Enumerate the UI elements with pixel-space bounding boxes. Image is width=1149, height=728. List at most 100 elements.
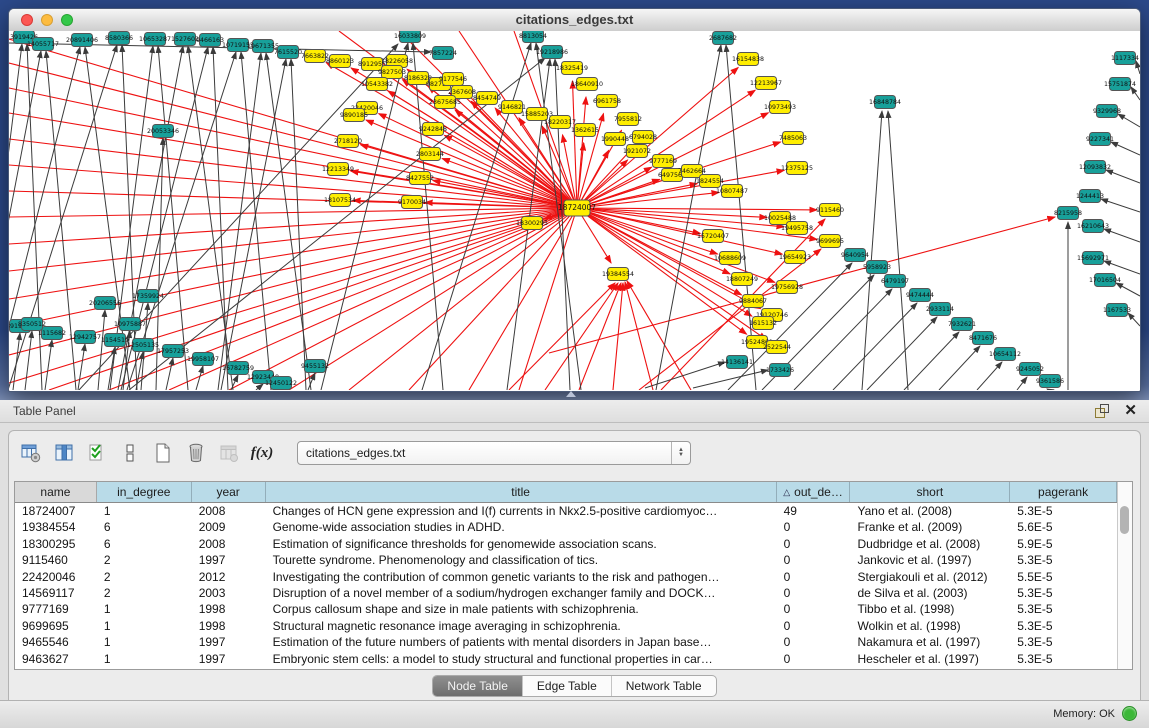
graph-node[interactable]: 9329968 — [1093, 105, 1121, 118]
graph-node[interactable]: 6479197 — [881, 275, 909, 288]
column-header[interactable]: title — [266, 482, 777, 502]
table-select-dropdown[interactable]: citations_edges.txt ▲▼ — [297, 441, 691, 465]
table-row[interactable]: 1830029562008Estimation of significance … — [15, 536, 1117, 552]
graph-node[interactable]: 8813054 — [519, 31, 547, 43]
graph-node[interactable]: 2687682 — [709, 32, 737, 45]
graph-node[interactable]: 9227341 — [1086, 133, 1114, 146]
column-header[interactable]: name — [15, 482, 97, 502]
graph-node[interactable]: 6961758 — [593, 95, 621, 108]
column-header[interactable]: in_degree — [97, 482, 192, 502]
graph-node[interactable]: 9699695 — [816, 235, 844, 248]
float-panel-icon[interactable] — [1095, 404, 1109, 418]
table-row[interactable]: 911546021997Tourette syndrome. Phenomeno… — [15, 552, 1117, 568]
column-header[interactable]: pagerank — [1010, 482, 1117, 502]
graph-node[interactable]: 7485063 — [779, 132, 807, 145]
graph-node[interactable]: 9170034 — [398, 196, 426, 209]
graph-node[interactable]: 8427552 — [406, 172, 434, 185]
graph-node[interactable]: 18325419 — [556, 62, 588, 75]
graph-node[interactable]: 10653287 — [139, 33, 171, 46]
graph-node[interactable]: 9177546 — [439, 73, 467, 86]
graph-node[interactable]: 14136141 — [721, 356, 753, 369]
column-header[interactable]: year — [192, 482, 266, 502]
graph-node[interactable]: 8860123 — [326, 55, 354, 68]
graph-node[interactable]: 1154519 — [101, 334, 129, 347]
splitter-handle[interactable] — [566, 391, 576, 397]
graph-node[interactable]: 2718120 — [334, 135, 362, 148]
tab-network-table[interactable]: Network Table — [612, 676, 716, 696]
graph-node[interactable]: 8580366 — [105, 32, 133, 45]
graph-node[interactable]: 15751874 — [1104, 78, 1136, 91]
graph-node[interactable]: 19218986 — [536, 46, 568, 59]
graph-node[interactable]: 16033809 — [394, 31, 426, 43]
graph-node[interactable]: 12213349 — [322, 163, 354, 176]
graph-node[interactable]: 7955812 — [614, 113, 642, 126]
graph-node[interactable]: 17016504 — [1089, 274, 1121, 287]
graph-node[interactable]: 1733426 — [766, 364, 794, 377]
graph-node[interactable]: 20206556 — [89, 297, 121, 310]
graph-node[interactable]: 9245052 — [1016, 363, 1044, 376]
column-header[interactable]: short — [850, 482, 1010, 502]
graph-node[interactable]: 10807487 — [716, 185, 748, 198]
table-row[interactable]: 946554611997Estimation of the future num… — [15, 634, 1117, 650]
graph-node[interactable]: 8454749 — [473, 92, 501, 105]
graph-node[interactable]: 7663822 — [301, 50, 329, 63]
graph-node[interactable]: 19958107 — [187, 353, 219, 366]
graph-node[interactable]: 9884067 — [739, 295, 767, 308]
row-checks-icon[interactable] — [83, 439, 111, 467]
graph-node[interactable]: 9361586 — [1036, 375, 1064, 388]
column-visibility-icon[interactable] — [50, 439, 78, 467]
graph-node[interactable]: 16210643 — [1077, 220, 1109, 233]
graph-node[interactable]: 2522544 — [763, 341, 791, 354]
table-row[interactable]: 1938455462009Genome-wide association stu… — [15, 519, 1117, 535]
graph-node[interactable]: 1167533 — [1103, 304, 1131, 317]
graph-node[interactable]: 12213967 — [750, 77, 782, 90]
table-row[interactable]: 1456911722003Disruption of a novel membe… — [15, 585, 1117, 601]
graph-node[interactable]: 12375125 — [781, 162, 813, 175]
rows-icon[interactable] — [116, 439, 144, 467]
table-options-icon[interactable] — [17, 439, 45, 467]
graph-node[interactable]: 2803144 — [416, 148, 444, 161]
graph-node[interactable]: 1921072 — [623, 145, 651, 158]
graph-node[interactable]: 18107534 — [324, 194, 356, 207]
graph-node[interactable]: 2933114 — [926, 303, 954, 316]
close-panel-icon[interactable]: ✕ — [1124, 401, 1137, 419]
network-graph[interactable]: 1830029519384554886012389129551822605898… — [9, 31, 1140, 390]
table-row[interactable]: 946362711997Embryonic stem cells: a mode… — [15, 651, 1117, 667]
graph-node[interactable]: 1244413 — [1076, 190, 1104, 203]
graph-node[interactable]: 9474444 — [906, 289, 934, 302]
graph-node[interactable]: 9115460 — [816, 204, 844, 217]
graph-node[interactable]: 8350512 — [18, 318, 46, 331]
graph-node[interactable]: 16154838 — [732, 53, 764, 66]
table-row[interactable]: 969969511998Structural magnetic resonanc… — [15, 618, 1117, 634]
new-table-icon[interactable] — [149, 439, 177, 467]
graph-node[interactable]: 9827503 — [378, 66, 406, 79]
network-view-canvas[interactable]: 1830029519384554886012389129551822605898… — [9, 31, 1140, 390]
graph-node[interactable]: 9242848 — [419, 123, 447, 136]
delete-table-icon[interactable] — [182, 439, 210, 467]
graph-node[interactable]: 1527602 — [171, 33, 199, 46]
function-builder-icon[interactable]: f(x) — [248, 439, 276, 467]
column-header[interactable]: △out_de… — [777, 482, 851, 502]
graph-node[interactable]: 9466163 — [196, 34, 224, 47]
graph-node[interactable]: 9777169 — [649, 155, 677, 168]
scrollbar-thumb[interactable] — [1120, 506, 1129, 534]
graph-node[interactable]: 10688609 — [714, 252, 746, 265]
graph-node[interactable]: 10654112 — [989, 348, 1021, 361]
graph-node[interactable]: 15692971 — [1077, 252, 1109, 265]
graph-node[interactable]: 7857224 — [429, 47, 457, 60]
graph-node[interactable]: 18640910 — [571, 78, 603, 91]
table-vertical-scrollbar[interactable] — [1117, 482, 1132, 669]
graph-node[interactable]: 8215958 — [1054, 207, 1082, 220]
network-window-titlebar[interactable]: citations_edges.txt — [9, 9, 1140, 32]
graph-node[interactable]: 9640954 — [841, 249, 869, 262]
network-window[interactable]: citations_edges.txt 18300295193845548860… — [8, 8, 1141, 392]
graph-node[interactable]: 10973493 — [764, 101, 796, 114]
table-row[interactable]: 2242004622012Investigating the contribut… — [15, 569, 1117, 585]
graph-node[interactable]: 20053346 — [147, 125, 179, 138]
graph-node[interactable]: 1117334 — [1111, 52, 1139, 65]
graph-node[interactable]: 12093832 — [1079, 161, 1111, 174]
graph-node[interactable]: 1362615 — [571, 124, 599, 137]
graph-node[interactable]: 16848784 — [869, 96, 901, 109]
graph-node[interactable]: 1990448 — [601, 133, 629, 146]
graph-node[interactable]: 19384554 — [602, 268, 634, 281]
